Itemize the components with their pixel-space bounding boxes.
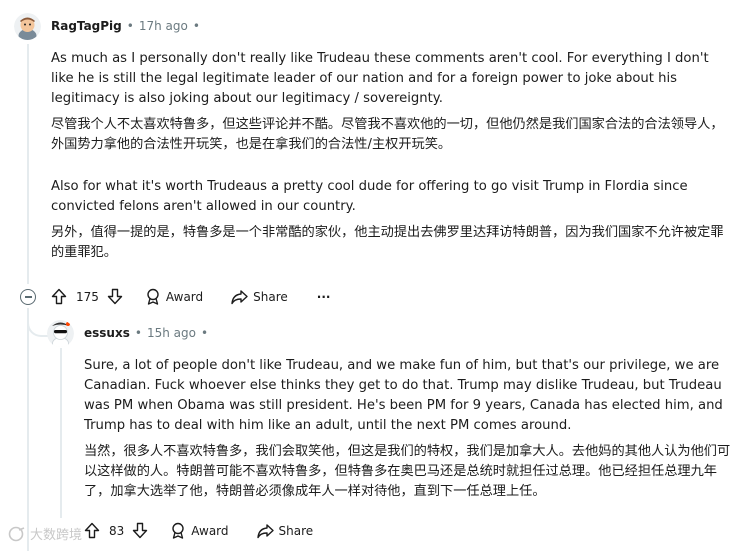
downvote-icon — [133, 522, 148, 539]
comment-meta: RagTagPig • 17h ago • — [51, 19, 205, 33]
award-button[interactable]: Award — [145, 288, 203, 305]
share-label: Share — [278, 523, 314, 538]
avatar[interactable] — [14, 13, 41, 40]
award-label: Award — [165, 289, 204, 304]
comment-actions: 175 Award Share ··· — [51, 288, 330, 305]
thread-line — [60, 348, 62, 518]
thread-line — [27, 44, 29, 284]
upvote-icon — [51, 288, 67, 305]
vote-count: 175 — [76, 289, 99, 304]
comment-actions: 83 Award Share — [84, 522, 313, 539]
comment-paragraph: 尽管我个人不太喜欢特鲁多，但这些评论并不酷。尽管我不喜欢他的一切，但他仍然是我们… — [51, 117, 724, 152]
separator-dot: • — [200, 326, 209, 340]
award-icon — [147, 288, 159, 305]
comment-body: As much as I personally don't really lik… — [51, 49, 731, 263]
timestamp[interactable]: 15h ago — [147, 326, 196, 340]
separator-dot: • — [134, 326, 142, 340]
award-button[interactable]: Award — [170, 522, 229, 539]
collapse-thread-button[interactable] — [20, 289, 36, 305]
separator-dot: • — [126, 19, 134, 33]
downvote-button[interactable] — [107, 288, 123, 305]
vote-count: 83 — [109, 523, 125, 538]
share-button[interactable]: Share — [231, 289, 288, 305]
award-label: Award — [191, 523, 229, 538]
upvote-button[interactable] — [51, 288, 67, 305]
downvote-icon — [107, 288, 123, 305]
share-label: Share — [253, 289, 288, 304]
share-button[interactable]: Share — [256, 523, 314, 539]
share-icon — [231, 289, 248, 304]
watermark-text: 大数跨境 — [30, 528, 83, 543]
comment-meta: essuxs • 15h ago • — [84, 326, 213, 340]
comment-paragraph: Also for what it's worth Trudeaus a pret… — [51, 179, 688, 214]
comment-paragraph: Sure, a lot of people don't like Trudeau… — [84, 358, 723, 433]
watermark: 大数跨境 — [8, 524, 82, 543]
watermark-logo-icon — [8, 526, 25, 541]
thread-line — [27, 308, 29, 551]
comment-paragraph: As much as I personally don't really lik… — [51, 51, 709, 106]
separator-dot: • — [192, 19, 200, 33]
timestamp[interactable]: 17h ago — [139, 19, 188, 33]
upvote-button[interactable] — [84, 522, 100, 539]
share-icon — [256, 523, 274, 538]
avatar[interactable] — [47, 320, 74, 347]
comment-paragraph: 当然，很多人不喜欢特鲁多，我们会取笑他，但这是我们的特权，我们是加拿大人。去他妈… — [84, 444, 731, 499]
comment-paragraph: 另外，值得一提的是，特鲁多是一个非常酷的家伙，他主动提出去佛罗里达拜访特朗普，因… — [51, 225, 724, 260]
comment-body: Sure, a lot of people don't like Trudeau… — [84, 356, 736, 502]
upvote-icon — [84, 522, 100, 539]
more-options-icon: ··· — [316, 289, 331, 304]
author-name[interactable]: essuxs — [84, 326, 130, 340]
author-name[interactable]: RagTagPig — [51, 19, 122, 33]
award-icon — [172, 522, 184, 539]
downvote-button[interactable] — [132, 522, 148, 539]
more-options-button[interactable]: ··· — [317, 290, 331, 304]
